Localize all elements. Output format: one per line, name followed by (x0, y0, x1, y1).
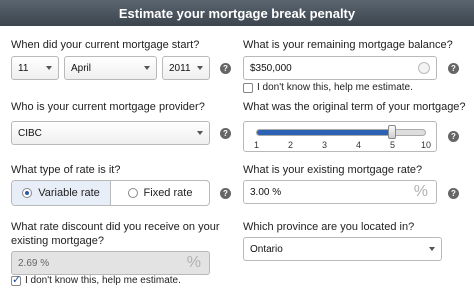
discount-dont-know-checkbox[interactable]: I don't know this, help me estimate. (11, 273, 181, 286)
discount-question: What rate discount did you receive on yo… (11, 221, 220, 247)
existing-rate-question: What is your existing mortgage rate? (243, 164, 423, 176)
existing-rate-input[interactable]: 3.00 % % (243, 180, 437, 204)
page-header: Estimate your mortgage break penalty (0, 0, 474, 26)
provider-question: Who is your current mortgage provider? (11, 101, 205, 113)
slider-track[interactable] (256, 129, 426, 136)
chevron-down-icon (197, 66, 203, 70)
spinner-icon (418, 62, 430, 74)
term-tick-label: 1 (254, 140, 260, 150)
province-value: Ontario (250, 243, 283, 255)
chevron-down-icon (429, 247, 435, 251)
provider-value: CIBC (18, 127, 42, 139)
start-question: When did your current mortgage start? (11, 39, 200, 51)
checkbox-unchecked-icon (243, 82, 253, 93)
discount-dont-know-label: I don't know this, help me estimate. (25, 275, 181, 286)
balance-dont-know-label: I don't know this, help me estimate. (257, 82, 413, 93)
existing-rate-value: 3.00 (250, 186, 270, 198)
radio-unchecked-icon (127, 188, 138, 198)
province-question: Which province are you located in? (243, 221, 415, 233)
start-day-value: 11 (18, 62, 29, 74)
term-tick-label: 2 (288, 140, 294, 150)
chevron-down-icon (144, 66, 150, 70)
chevron-down-icon (197, 131, 203, 135)
balance-value: $350,000 (250, 62, 292, 74)
checkbox-checked-icon (11, 273, 21, 286)
start-day-select[interactable]: 11 (11, 56, 59, 80)
start-month-select[interactable]: April (64, 56, 157, 80)
term-question: What was the original term of your mortg… (243, 101, 466, 113)
page-title: Estimate your mortgage break penalty (118, 5, 356, 21)
percent-icon: % (413, 183, 428, 200)
slider-handle[interactable] (388, 125, 396, 139)
existing-rate-unit-inline: % (272, 186, 282, 198)
percent-icon: % (186, 254, 201, 271)
fixed-rate-label: Fixed rate (143, 187, 193, 199)
help-icon[interactable]: ? (220, 188, 231, 199)
term-tick-label: 3 (322, 140, 328, 150)
discount-value: 2.69 (18, 257, 38, 269)
rate-type-question: What type of rate is it? (11, 164, 121, 176)
term-tick-label: 5 (390, 140, 396, 150)
discount-unit-inline: % (40, 257, 50, 269)
balance-question: What is your remaining mortgage balance? (243, 39, 453, 51)
start-year-select[interactable]: 2011 (162, 56, 210, 80)
help-icon[interactable]: ? (220, 128, 231, 139)
help-icon[interactable]: ? (448, 131, 459, 142)
province-select[interactable]: Ontario (243, 237, 442, 261)
term-slider[interactable]: 1 2 3 4 5 10 (243, 121, 437, 152)
rate-type-toggle: Variable rate Fixed rate (11, 180, 210, 206)
term-tick-label: 10 (421, 140, 432, 150)
start-year-value: 2011 (169, 62, 191, 74)
term-tick-label: 4 (356, 140, 362, 150)
variable-rate-label: Variable rate (38, 187, 100, 199)
help-icon[interactable]: ? (448, 188, 459, 199)
balance-dont-know-checkbox[interactable]: I don't know this, help me estimate. (243, 82, 413, 93)
provider-select[interactable]: CIBC (11, 121, 210, 145)
help-icon[interactable]: ? (220, 63, 231, 74)
slider-fill (257, 130, 393, 135)
variable-rate-option[interactable]: Variable rate (12, 181, 110, 205)
balance-input[interactable]: $350,000 (243, 56, 437, 80)
discount-input[interactable]: 2.69 % % (11, 251, 210, 275)
radio-checked-icon (22, 188, 33, 198)
fixed-rate-option[interactable]: Fixed rate (110, 181, 209, 205)
help-icon[interactable]: ? (448, 63, 459, 74)
start-month-value: April (71, 62, 92, 74)
chevron-down-icon (46, 66, 52, 70)
